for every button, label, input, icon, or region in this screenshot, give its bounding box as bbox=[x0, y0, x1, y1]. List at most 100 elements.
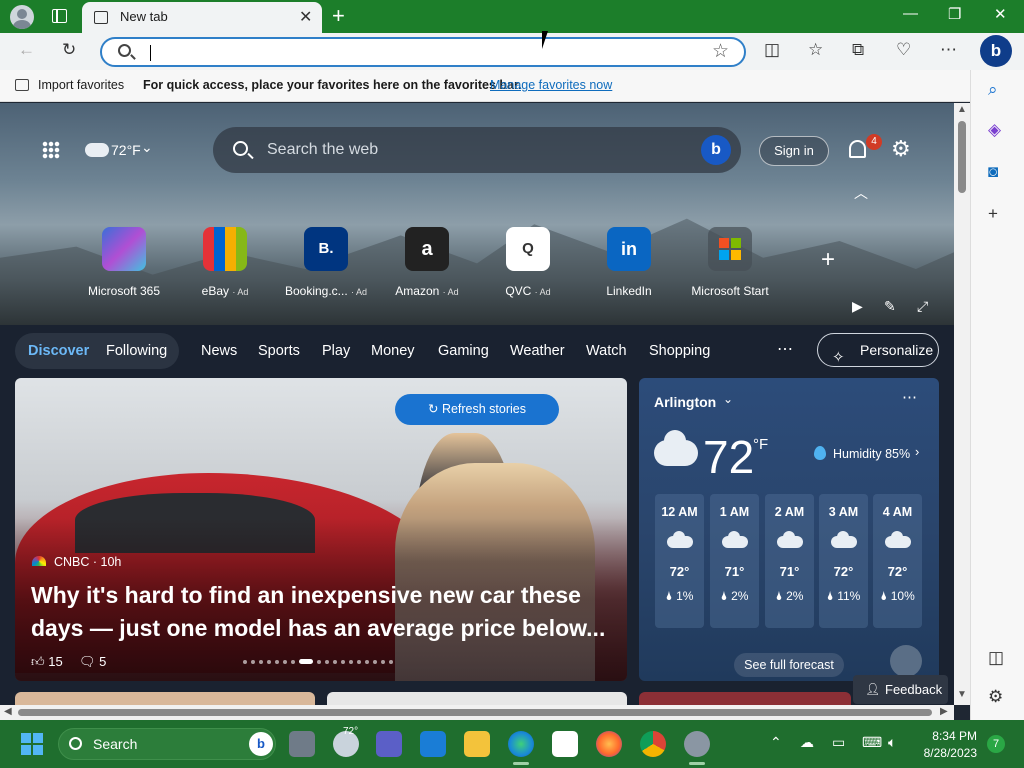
shortcut-booking[interactable]: B. Booking.c... · Ad bbox=[278, 227, 374, 298]
carousel-dot[interactable] bbox=[357, 660, 361, 664]
top-story-card[interactable]: ↻ Refresh stories CNBC · 10h Why it's ha… bbox=[15, 378, 627, 681]
browser-essentials-icon[interactable]: ♡ bbox=[896, 40, 911, 60]
display-icon[interactable]: ▭ bbox=[832, 734, 845, 751]
tab-discover[interactable]: Discover bbox=[28, 343, 89, 359]
web-search-input[interactable] bbox=[267, 139, 687, 161]
carousel-dot[interactable] bbox=[341, 660, 345, 664]
hide-sidebar-icon[interactable]: ◫ bbox=[988, 648, 1004, 668]
volume-icon[interactable]: 🔈︎ bbox=[888, 734, 896, 751]
chevron-up-icon[interactable]: ⌃ bbox=[770, 734, 782, 751]
refresh-icon[interactable]: ↻ bbox=[62, 40, 76, 60]
task-view-icon[interactable] bbox=[289, 731, 315, 757]
taskbar-search[interactable]: Search b bbox=[58, 728, 276, 760]
tab-watch[interactable]: Watch bbox=[586, 343, 627, 359]
weather-card[interactable]: Arlington ⌄ ⋯ 72 °F Humidity 85% › 12 AM… bbox=[639, 378, 939, 681]
network-icon[interactable]: ⌨ bbox=[862, 734, 882, 751]
back-arrow-icon[interactable]: ← bbox=[18, 40, 35, 60]
tab-play[interactable]: Play bbox=[322, 343, 350, 359]
teams-chat-icon[interactable] bbox=[376, 731, 402, 757]
see-full-forecast-button[interactable]: See full forecast bbox=[734, 653, 844, 677]
humidity-readout[interactable]: Humidity 85% bbox=[833, 447, 910, 461]
vertical-scrollbar[interactable]: ▲ ▼ bbox=[954, 103, 970, 705]
chrome-icon[interactable] bbox=[640, 731, 666, 757]
split-screen-icon[interactable]: ◫ bbox=[764, 40, 780, 60]
carousel-dot[interactable] bbox=[381, 660, 385, 664]
story-card-preview[interactable] bbox=[639, 692, 851, 705]
horizontal-scrollbar[interactable]: ◀ ▶ bbox=[0, 705, 954, 720]
scroll-up-arrow-icon[interactable]: ▲ bbox=[957, 104, 967, 115]
carousel-dot-active[interactable] bbox=[299, 659, 313, 664]
carousel-dot[interactable] bbox=[365, 660, 369, 664]
play-icon[interactable]: ▶ bbox=[852, 298, 863, 315]
shortcut-linkedin[interactable]: in LinkedIn bbox=[581, 227, 677, 298]
import-favorites-button[interactable]: Import favorites bbox=[38, 78, 124, 92]
shortcut-qvc[interactable]: Q QVC · Ad bbox=[480, 227, 576, 298]
chevron-right-icon[interactable]: › bbox=[915, 444, 919, 459]
more-dots-icon[interactable]: ⋯ bbox=[777, 339, 793, 359]
carousel-dot[interactable] bbox=[267, 660, 271, 664]
shortcut-ebay[interactable]: eBay · Ad bbox=[177, 227, 273, 298]
carousel-dot[interactable] bbox=[275, 660, 279, 664]
address-input[interactable] bbox=[154, 42, 694, 62]
edge-icon[interactable] bbox=[508, 731, 534, 757]
chevron-down-icon[interactable]: ⌄ bbox=[723, 392, 733, 406]
hourly-forecast[interactable]: 4 AM 72° 🌢︎ 10% bbox=[873, 494, 922, 628]
tab-gaming[interactable]: Gaming bbox=[438, 343, 489, 359]
feedback-button[interactable]: 👤︎ Feedback bbox=[853, 675, 948, 704]
carousel-dot[interactable] bbox=[349, 660, 353, 664]
tab-sports[interactable]: Sports bbox=[258, 343, 300, 359]
scroll-thumb[interactable] bbox=[18, 709, 932, 716]
chevron-up-icon[interactable]: ︿ bbox=[854, 183, 868, 203]
shortcut-amazon[interactable]: a Amazon · Ad bbox=[379, 227, 475, 298]
more-dots-icon[interactable]: ⋯ bbox=[902, 388, 917, 406]
shortcut-microsoft-365[interactable]: Microsoft 365 bbox=[76, 227, 172, 298]
firefox-icon[interactable] bbox=[596, 731, 622, 757]
gear-icon[interactable]: ⚙ bbox=[891, 138, 911, 160]
hourly-forecast[interactable]: 1 AM 71° 🌢︎ 2% bbox=[710, 494, 759, 628]
microsoft-store-icon[interactable] bbox=[552, 731, 578, 757]
tab-news[interactable]: News bbox=[201, 343, 237, 359]
chevron-down-icon[interactable]: ⌄ bbox=[141, 139, 153, 156]
personalize-button[interactable]: ✧ Personalize bbox=[817, 333, 939, 367]
minimize-icon[interactable]: — bbox=[903, 5, 918, 22]
address-bar[interactable]: ☆ bbox=[100, 37, 746, 67]
tab-new-tab[interactable]: New tab ✕ bbox=[82, 2, 322, 33]
close-tab-icon[interactable]: ✕ bbox=[299, 7, 312, 27]
story-headline[interactable]: Why it's hard to find an inexpensive new… bbox=[31, 579, 611, 645]
copilot-icon[interactable]: ◈ bbox=[988, 120, 1001, 140]
refresh-stories-button[interactable]: ↻ Refresh stories bbox=[395, 394, 559, 425]
edit-background-icon[interactable]: ✎ bbox=[884, 298, 896, 315]
bing-chat-icon[interactable]: b bbox=[980, 35, 1012, 67]
tab-actions-icon[interactable] bbox=[52, 9, 67, 23]
web-search-box[interactable]: b bbox=[213, 127, 741, 173]
add-shortcut-plus-icon[interactable]: + bbox=[821, 246, 835, 274]
favorites-icon[interactable]: ☆ bbox=[808, 40, 823, 60]
outlook-icon[interactable]: ◙ bbox=[988, 162, 998, 182]
sidebar-settings-gear-icon[interactable]: ⚙ bbox=[988, 687, 1003, 707]
search-icon[interactable]: ⌕ bbox=[988, 80, 998, 100]
scroll-down-arrow-icon[interactable]: ▼ bbox=[957, 689, 967, 700]
carousel-dot[interactable] bbox=[373, 660, 377, 664]
scroll-thumb[interactable] bbox=[958, 121, 966, 193]
notifications-bell-icon[interactable] bbox=[849, 140, 866, 158]
app-launcher-icon[interactable] bbox=[42, 141, 60, 159]
story-source[interactable]: CNBC · 10h bbox=[54, 555, 121, 569]
story-card-preview[interactable] bbox=[15, 692, 315, 705]
sign-in-button[interactable]: Sign in bbox=[759, 136, 829, 166]
hourly-forecast[interactable]: 2 AM 71° 🌢︎ 2% bbox=[765, 494, 814, 628]
close-window-icon[interactable]: ✕ bbox=[994, 5, 1007, 23]
file-explorer-icon[interactable] bbox=[464, 731, 490, 757]
tab-money[interactable]: Money bbox=[371, 343, 415, 359]
favorite-star-icon[interactable]: ☆ bbox=[712, 40, 729, 63]
hourly-forecast[interactable]: 12 AM 72° 🌢︎ 1% bbox=[655, 494, 704, 628]
clock-time[interactable]: 8:34 PM bbox=[922, 729, 977, 743]
scroll-right-arrow-icon[interactable]: ▶ bbox=[940, 706, 948, 717]
expand-icon[interactable]: ⤢ bbox=[917, 298, 928, 315]
comment-button[interactable]: 🗨︎ 5 bbox=[79, 654, 106, 670]
carousel-dot[interactable] bbox=[317, 660, 321, 664]
profile-avatar[interactable] bbox=[10, 5, 34, 29]
new-tab-plus-icon[interactable]: + bbox=[332, 3, 345, 29]
tab-following[interactable]: Following bbox=[106, 343, 167, 359]
scroll-left-arrow-icon[interactable]: ◀ bbox=[4, 706, 12, 717]
bing-icon[interactable]: b bbox=[249, 732, 273, 756]
